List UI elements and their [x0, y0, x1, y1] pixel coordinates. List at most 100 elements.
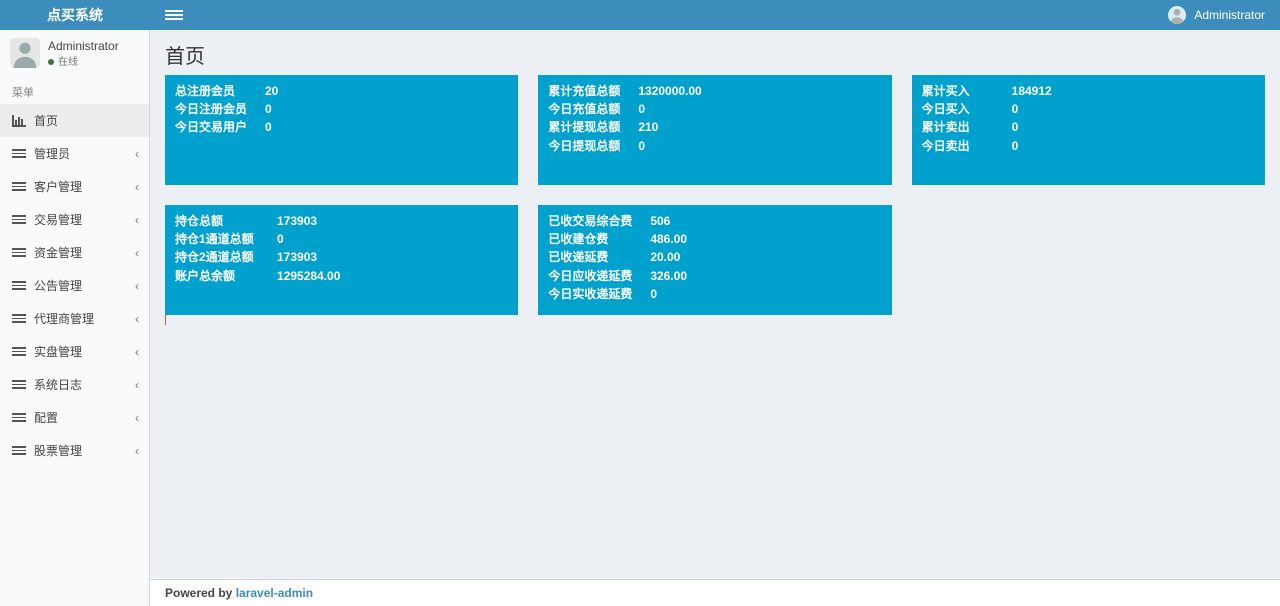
stat-row: 今日应收递延费326.00 [548, 268, 881, 284]
menu-label: 系统日志 [34, 376, 82, 393]
status-dot-icon [48, 59, 54, 65]
stat-label: 累计买入 [922, 83, 1000, 99]
stat-value: 0 [265, 101, 272, 117]
stat-label: 今日注册会员 [175, 101, 253, 117]
stat-row: 今日实收递延费 0 [548, 286, 881, 302]
menu-header: 菜单 [0, 76, 149, 104]
stat-row: 今日充值总额0 [548, 101, 881, 117]
content: 总注册会员20 今日注册会员 0 今日交易用户 0 累计充值总额 1320000.00 今日… [150, 75, 1280, 579]
avatar-icon[interactable] [1168, 6, 1186, 24]
stat-label: 持仓总额 [175, 213, 265, 229]
stat-value: 0 [638, 138, 645, 154]
user-status: 在线 [48, 53, 119, 68]
footer-prefix: Powered by [165, 586, 236, 600]
stat-row: 累计充值总额 1320000.00 [548, 83, 881, 99]
bars-icon [12, 313, 26, 324]
sidebar-item-10[interactable]: 股票管理 [0, 434, 149, 467]
user-name: Administrator [48, 39, 119, 53]
footer-link[interactable]: laravel-admin [236, 586, 313, 600]
stat-value: 20.00 [650, 249, 680, 265]
stat-label: 今日卖出 [922, 138, 1000, 154]
stat-value: 0 [1012, 101, 1019, 117]
menu-label: 首页 [34, 112, 58, 129]
stat-row: 今日卖出0 [922, 138, 1255, 154]
stat-label: 今日买入 [922, 101, 1000, 117]
stat-row: 已收建仓费486.00 [548, 231, 881, 247]
members-card: 总注册会员20 今日注册会员 0 今日交易用户 0 [165, 75, 518, 185]
chevron-left-icon: ‹ [135, 279, 139, 293]
stat-label: 账户总余额 [175, 268, 265, 284]
stat-row: 累计卖出0 [922, 119, 1255, 135]
menu-label: 交易管理 [34, 211, 82, 228]
sidebar-item-6[interactable]: 代理商管理 [0, 302, 149, 335]
bars-icon [12, 247, 26, 258]
bars-icon [12, 412, 26, 423]
sidebar-item-4[interactable]: 资金管理 [0, 236, 149, 269]
stat-label: 已收递延费 [548, 249, 638, 265]
sidebar-item-5[interactable]: 公告管理 [0, 269, 149, 302]
stat-row: 账户总余额 1295284.00 [175, 268, 508, 284]
stat-label: 总注册会员 [175, 83, 253, 99]
bars-icon [12, 148, 26, 159]
stat-label: 已收交易综合费 [548, 213, 638, 229]
bars-icon [12, 181, 26, 192]
user-menu[interactable]: Administrator [1194, 8, 1265, 22]
chevron-left-icon: ‹ [135, 312, 139, 326]
sidebar: Administrator 在线 菜单 首页管理员 ‹ 客户管理 ‹ 交易管理 ‹ 资金管理… [0, 30, 150, 606]
stat-label: 累计提现总额 [548, 119, 626, 135]
sidebar-toggle[interactable] [165, 8, 183, 22]
stat-row: 持仓2通道总额173903 [175, 249, 508, 265]
trade-card: 累计买入184912今日买入0累计卖出0今日卖出0 [912, 75, 1265, 185]
bars-icon [12, 445, 26, 456]
menu-label: 资金管理 [34, 244, 82, 261]
sidebar-item-3[interactable]: 交易管理 [0, 203, 149, 236]
stat-value: 506 [650, 213, 670, 229]
content-header: 首页 [150, 30, 1280, 75]
sidebar-item-8[interactable]: 系统日志 [0, 368, 149, 401]
fees-card: 已收交易综合费 506 已收建仓费486.00 已收递延费 20.00 今日应收递延费32… [538, 205, 891, 315]
sidebar-item-7[interactable]: 实盘管理 [0, 335, 149, 368]
nav-left [150, 8, 183, 22]
stat-label: 持仓1通道总额 [175, 231, 265, 247]
stat-row: 累计买入 184912 [922, 83, 1255, 99]
stat-label: 累计充值总额 [548, 83, 626, 99]
stat-label: 今日实收递延费 [548, 286, 638, 302]
user-avatar [10, 38, 40, 68]
stat-value: 1295284.00 [277, 268, 340, 284]
menu-label: 代理商管理 [34, 310, 94, 327]
stat-label: 今日交易用户 [175, 119, 253, 135]
stat-value: 1320000.00 [638, 83, 701, 99]
stat-value: 0 [638, 101, 645, 117]
app-logo[interactable]: 点买系统 [0, 0, 150, 30]
footer: Powered by laravel-admin [150, 579, 1280, 606]
sidebar-item-0[interactable]: 首页 [0, 104, 149, 137]
menu-label: 公告管理 [34, 277, 82, 294]
chevron-left-icon: ‹ [135, 378, 139, 392]
stat-value: 0 [650, 286, 657, 302]
sidebar-item-9[interactable]: 配置 [0, 401, 149, 434]
menu-label: 客户管理 [34, 178, 82, 195]
chevron-left-icon: ‹ [135, 213, 139, 227]
stat-value: 326.00 [650, 268, 687, 284]
sidebar-item-2[interactable]: 客户管理 [0, 170, 149, 203]
stat-value: 486.00 [650, 231, 687, 247]
card-row-0: 总注册会员20 今日注册会员 0 今日交易用户 0 累计充值总额 1320000.00 今日… [165, 75, 1265, 185]
bars-icon [12, 379, 26, 390]
stat-value: 173903 [277, 249, 317, 265]
stat-row: 累计提现总额 210 [548, 119, 881, 135]
stat-row: 今日交易用户 0 [175, 119, 508, 135]
stat-value: 0 [277, 231, 284, 247]
stat-value: 0 [265, 119, 272, 135]
stat-value: 0 [1012, 119, 1019, 135]
chevron-left-icon: ‹ [135, 345, 139, 359]
chevron-left-icon: ‹ [135, 444, 139, 458]
stat-row: 持仓总额173903 [175, 213, 508, 229]
stat-row: 总注册会员20 [175, 83, 508, 99]
stat-value: 210 [638, 119, 658, 135]
sidebar-item-1[interactable]: 管理员 [0, 137, 149, 170]
stat-value: 184912 [1012, 83, 1052, 99]
stat-row: 今日注册会员 0 [175, 101, 508, 117]
stat-row: 今日提现总额0 [548, 138, 881, 154]
top-header: 点买系统 Administrator [0, 0, 1280, 30]
menu-label: 实盘管理 [34, 343, 82, 360]
